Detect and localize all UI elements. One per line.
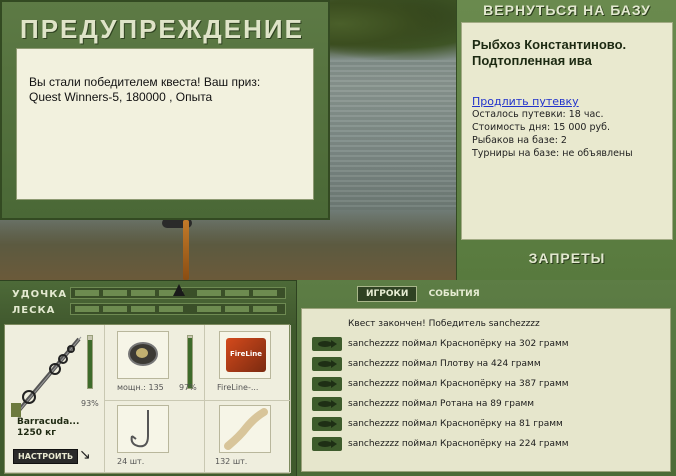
fish-icon: [312, 397, 342, 411]
arrow-icon[interactable]: ↘: [79, 447, 91, 463]
tension-marker-icon: [173, 284, 185, 296]
event-text: sanchezzzz поймал Плотву на 424 грамм: [348, 359, 541, 369]
dialog-message-line2: Quest Winners-5, 180000 , Опыта: [29, 90, 213, 104]
tab-players[interactable]: ИГРОКИ: [357, 286, 418, 302]
tab-events[interactable]: СОБЫТИЯ: [421, 287, 488, 301]
event-text: sanchezzzz поймал Краснопёрку на 387 гра…: [348, 379, 569, 389]
anglers-count: Рыбаков на базе: 2: [472, 135, 567, 146]
place-name-line1: Рыбхоз Константиново.: [472, 37, 627, 52]
rod-condition-fill: [88, 339, 92, 388]
reel-power: мощн.: 135: [117, 383, 164, 392]
tension-strip: УДОЧКА ЛЕСКА: [0, 280, 296, 324]
reel-icon: [117, 331, 169, 379]
hook-icon: [117, 405, 169, 453]
fish-icon: [312, 377, 342, 391]
river-bank: [0, 210, 456, 280]
events-tabs: ИГРОКИ СОБЫТИЯ: [357, 286, 488, 302]
event-text: sanchezzzz поймал Краснопёрку на 224 гра…: [348, 439, 569, 449]
bait-slot[interactable]: 132 шт.: [205, 401, 291, 473]
location-panel: ВЕРНУТЬСЯ НА БАЗУ Рыбхоз Константиново. …: [456, 0, 676, 280]
fishing-rod-icon: [11, 336, 82, 417]
hook-count: 24 шт.: [117, 457, 145, 466]
rod-name: Barracuda...: [17, 417, 80, 427]
reel-condition: 97%: [179, 383, 197, 392]
tournaments-status: Турниры на базе: не объявлены: [472, 148, 633, 159]
fishing-line-spool-icon: FireLine: [219, 331, 271, 379]
events-panel: ИГРОКИ СОБЫТИЯ Квест закончен! Победител…: [296, 280, 676, 476]
bait-count: 132 шт.: [215, 457, 248, 466]
line-tension-bar: [70, 303, 286, 315]
line-tension-label: ЛЕСКА: [12, 305, 56, 316]
dialog-title: ПРЕДУПРЕЖДЕНИЕ: [20, 14, 304, 44]
list-item: sanchezzzz поймал Краснопёрку на 81 грам…: [308, 415, 664, 435]
list-item: sanchezzzz поймал Ротана на 89 грамм: [308, 395, 664, 415]
fishing-rod-handle[interactable]: [183, 220, 189, 280]
fish-icon: [312, 437, 342, 451]
return-to-base-button[interactable]: ВЕРНУТЬСЯ НА БАЗУ: [457, 2, 676, 18]
fish-icon: [312, 357, 342, 371]
rod-condition-meter: [87, 335, 93, 389]
fish-icon: [312, 337, 342, 351]
rod-slot[interactable]: 93% Barracuda... 1250 кг НАСТРОИТЬ ↘: [5, 325, 105, 473]
event-text: sanchezzzz поймал Краснопёрку на 302 гра…: [348, 339, 569, 349]
reel-condition-fill: [188, 337, 192, 388]
rod-tension-label: УДОЧКА: [12, 289, 68, 300]
bans-button[interactable]: ЗАПРЕТЫ: [457, 250, 676, 266]
ticket-time-left: Осталось путевки: 18 час.: [472, 109, 604, 120]
quest-finished-message: Квест закончен! Победитель sanchezzzz: [348, 319, 540, 329]
event-text: sanchezzzz поймал Ротана на 89 грамм: [348, 399, 535, 409]
line-slot[interactable]: FireLine FireLine-...: [205, 325, 291, 401]
hook-slot[interactable]: 24 шт.: [105, 401, 205, 473]
warning-dialog: ПРЕДУПРЕЖДЕНИЕ Вы стали победителем квес…: [0, 0, 330, 220]
tackle-inventory: 93% Barracuda... 1250 кг НАСТРОИТЬ ↘ мощ…: [0, 324, 296, 476]
bait-worm-icon: [219, 405, 271, 453]
dialog-message: Вы стали победителем квеста! Ваш приз: Q…: [16, 48, 314, 200]
extend-ticket-link[interactable]: Продлить путевку: [472, 95, 662, 108]
day-cost: Стоимость дня: 15 000 руб.: [472, 122, 611, 133]
line-name: FireLine-...: [217, 383, 259, 392]
list-item: sanchezzzz поймал Краснопёрку на 224 гра…: [308, 435, 664, 455]
rod-weight: 1250 кг: [17, 428, 56, 438]
list-item: sanchezzzz поймал Краснопёрку на 302 гра…: [308, 335, 664, 355]
reel-slot[interactable]: мощн.: 135 97%: [105, 325, 205, 401]
fish-icon: [312, 417, 342, 431]
dialog-message-line1: Вы стали победителем квеста! Ваш приз:: [29, 75, 261, 89]
place-name-line2: Подтопленная ива: [472, 53, 592, 68]
event-text: sanchezzzz поймал Краснопёрку на 81 грам…: [348, 419, 563, 429]
reel-condition-meter: [187, 335, 193, 389]
events-list: Квест закончен! Победитель sanchezzzz sa…: [301, 308, 671, 472]
location-info: Рыбхоз Константиново. Подтопленная ива П…: [461, 22, 673, 240]
list-item: sanchezzzz поймал Плотву на 424 грамм: [308, 355, 664, 375]
setup-button[interactable]: НАСТРОИТЬ: [13, 449, 79, 464]
rod-condition: 93%: [81, 399, 99, 408]
list-item: sanchezzzz поймал Краснопёрку на 387 гра…: [308, 375, 664, 395]
